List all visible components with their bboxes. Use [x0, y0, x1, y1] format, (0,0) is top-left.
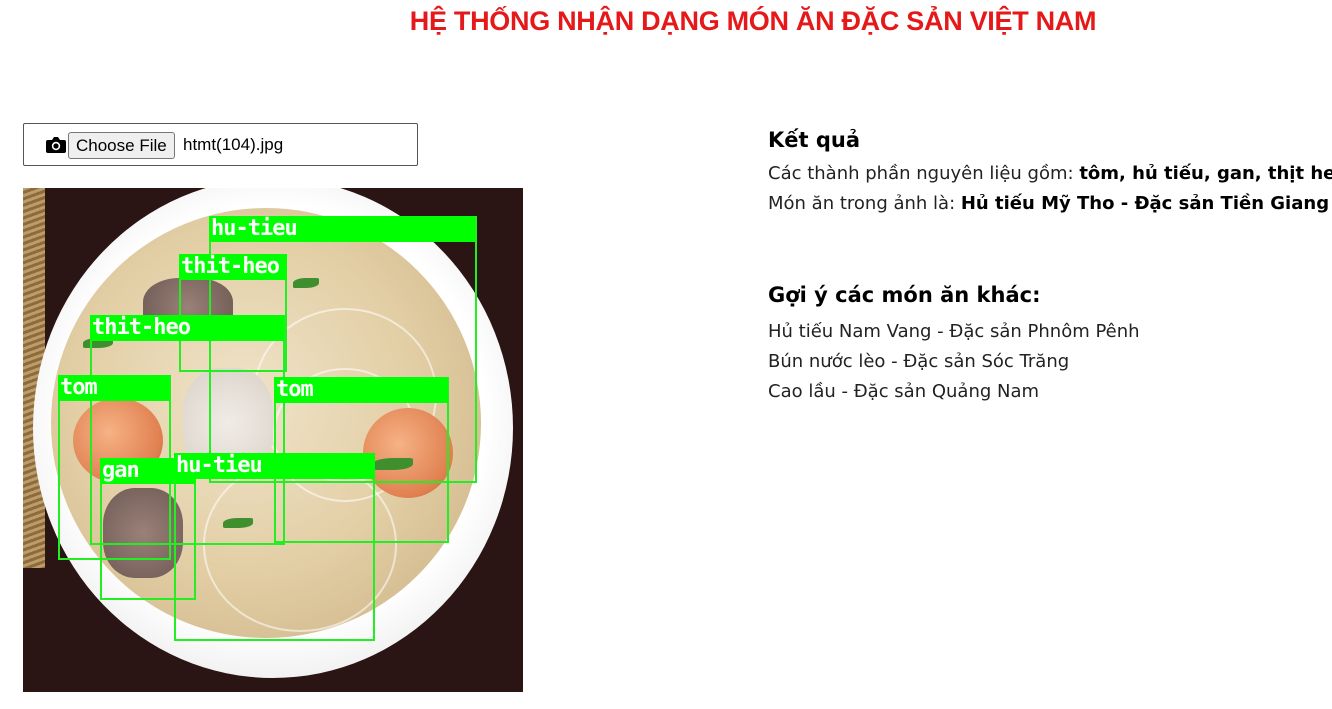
suggestion-item: Hủ tiếu Nam Vang - Đặc sản Phnôm Pênh — [768, 321, 1140, 342]
detection-label: tom — [274, 377, 448, 403]
detection-label: tom — [58, 375, 170, 401]
ingredients-value: tôm, hủ tiếu, gan, thịt heo — [1079, 163, 1332, 184]
ingredients-prefix: Các thành phần nguyên liệu gồm: — [768, 163, 1080, 184]
suggestions-heading: Gợi ý các món ăn khác: — [768, 283, 1041, 307]
result-heading: Kết quả — [768, 128, 861, 152]
detection-label: thit-heo — [90, 315, 284, 341]
file-upload-box[interactable]: Choose File htmt(104).jpg — [23, 123, 418, 166]
dish-value: Hủ tiếu Mỹ Tho - Đặc sản Tiền Giang — [960, 193, 1330, 214]
dish-prefix: Món ăn trong ảnh là: — [768, 193, 961, 214]
suggestion-item: Cao lầu - Đặc sản Quảng Nam — [768, 381, 1040, 402]
detection-label: thit-heo — [179, 254, 287, 280]
detection-box: hu-tieu — [174, 453, 375, 641]
suggestion-item: Bún nước lèo - Đặc sản Sóc Trăng — [768, 351, 1070, 372]
suggestions-list: Hủ tiếu Nam Vang - Đặc sản Phnôm Pênh Bú… — [768, 317, 1140, 407]
selected-file-name: htmt(104).jpg — [183, 135, 284, 154]
dish-line: Món ăn trong ảnh là: Hủ tiếu Mỹ Tho - Đặ… — [768, 193, 1329, 214]
ingredients-line: Các thành phần nguyên liệu gồm: tôm, hủ … — [768, 163, 1332, 184]
choose-file-button[interactable]: Choose File — [68, 132, 175, 159]
page-title: HỆ THỐNG NHẬN DẠNG MÓN ĂN ĐẶC SẢN VIỆT N… — [409, 6, 1097, 36]
detection-result-image: hu-tieu thit-heo thit-heo tom tom gan hu… — [23, 188, 523, 692]
camera-icon — [46, 137, 66, 153]
detection-label: hu-tieu — [209, 216, 475, 242]
detection-label: hu-tieu — [174, 453, 375, 479]
